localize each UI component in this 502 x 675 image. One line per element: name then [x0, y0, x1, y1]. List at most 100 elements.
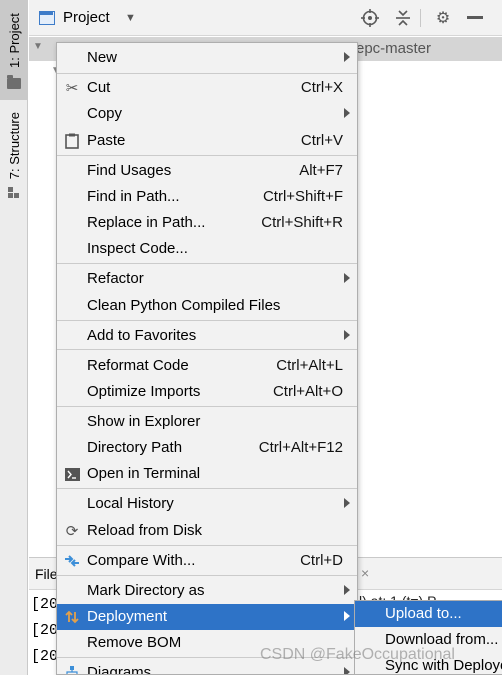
- menu-item-reload-from-disk[interactable]: ⟳ Reload from Disk: [57, 518, 357, 544]
- menu-item-label: Reformat Code: [87, 357, 189, 374]
- chevron-down-icon[interactable]: ▼: [33, 41, 43, 52]
- menu-item-optimize-imports[interactable]: Optimize Imports Ctrl+Alt+O: [57, 379, 357, 405]
- menu-item-new[interactable]: New: [57, 45, 357, 71]
- menu-item-label: Diagrams: [87, 664, 152, 675]
- tool-window-strip: 1: Project 7: Structure: [0, 0, 28, 675]
- log-line: [20: [31, 596, 59, 613]
- menu-item-open-in-terminal[interactable]: Open in Terminal: [57, 461, 357, 487]
- menu-item-cut[interactable]: ✂ Cut Ctrl+X: [57, 75, 357, 101]
- submenu-arrow-icon: [344, 611, 350, 621]
- hide-panel-icon[interactable]: [465, 8, 485, 28]
- menu-item-label: New: [87, 49, 118, 66]
- menu-item-reformat-code[interactable]: Reformat Code Ctrl+Alt+L: [57, 353, 357, 379]
- menu-item-find-usages[interactable]: Find Usages Alt+F7: [57, 158, 357, 184]
- menu-item-shortcut: Ctrl+X: [300, 79, 343, 96]
- tab-structure-label: 7: Structure: [6, 112, 22, 180]
- log-line: [20: [31, 622, 59, 639]
- diagram-icon: [63, 664, 81, 674]
- menu-item-local-history[interactable]: Local History: [57, 491, 357, 517]
- structure-icon: [8, 187, 20, 199]
- menu-item-label: Cut: [87, 79, 111, 96]
- menu-separator: [57, 349, 357, 350]
- menu-item-directory-path[interactable]: Directory Path Ctrl+Alt+F12: [57, 435, 357, 461]
- menu-item-deployment[interactable]: Deployment: [57, 604, 357, 630]
- terminal-icon: [63, 465, 81, 483]
- menu-item-shortcut: Ctrl+V: [300, 132, 343, 149]
- menu-item-clean-python[interactable]: Clean Python Compiled Files: [57, 293, 357, 319]
- menu-separator: [57, 488, 357, 489]
- locate-target-icon[interactable]: [360, 8, 380, 28]
- menu-item-label: Directory Path: [87, 439, 183, 456]
- project-view-icon: [39, 11, 55, 25]
- submenu-arrow-icon: [344, 667, 350, 674]
- menu-separator: [57, 73, 357, 74]
- compare-icon: [63, 552, 81, 570]
- menu-item-label: Refactor: [87, 270, 144, 287]
- menu-item-replace-in-path[interactable]: Replace in Path... Ctrl+Shift+R: [57, 210, 357, 236]
- submenu-arrow-icon: [344, 585, 350, 595]
- menu-item-label: Open in Terminal: [87, 465, 201, 482]
- chevron-down-icon[interactable]: ▼: [125, 12, 136, 24]
- project-view-title[interactable]: Project: [63, 9, 110, 26]
- submenu-item-upload-to[interactable]: Upload to...: [355, 601, 502, 627]
- menu-item-label: Deployment: [87, 608, 168, 625]
- menu-separator: [57, 545, 357, 546]
- menu-item-label: Show in Explorer: [87, 413, 201, 430]
- menu-item-add-to-favorites[interactable]: Add to Favorites: [57, 323, 357, 349]
- submenu-arrow-icon: [344, 52, 350, 62]
- menu-item-label: Find Usages: [87, 162, 172, 179]
- menu-separator: [57, 155, 357, 156]
- deployment-icon: [63, 608, 81, 626]
- folder-icon: [7, 75, 21, 89]
- log-line: [20: [31, 648, 59, 665]
- header-divider: [420, 9, 421, 27]
- menu-item-label: Find in Path...: [87, 188, 180, 205]
- menu-item-label: Mark Directory as: [87, 582, 205, 599]
- submenu-arrow-icon: [344, 108, 350, 118]
- menu-item-inspect-code[interactable]: Inspect Code...: [57, 236, 357, 262]
- menu-item-show-in-explorer[interactable]: Show in Explorer: [57, 409, 357, 435]
- menu-item-label: Remove BOM: [87, 634, 182, 651]
- menu-item-compare-with[interactable]: Compare With... Ctrl+D: [57, 548, 357, 574]
- menu-item-label: Paste: [87, 132, 126, 149]
- menu-item-shortcut: Ctrl+Shift+F: [262, 188, 343, 205]
- watermark: CSDN @FakeOccupational: [260, 646, 455, 663]
- menu-item-label: Compare With...: [87, 552, 196, 569]
- submenu-arrow-icon: [344, 498, 350, 508]
- project-panel-header: Project ▼ ⚙: [29, 0, 502, 36]
- menu-item-label: Local History: [87, 495, 174, 512]
- tab-project[interactable]: 1: Project: [0, 0, 28, 100]
- tab-file[interactable]: File: [35, 566, 58, 582]
- submenu-item-label: Upload to...: [385, 605, 462, 622]
- scissors-icon: ✂: [65, 80, 79, 97]
- menu-separator: [57, 263, 357, 264]
- menu-item-shortcut: Ctrl+Alt+F12: [258, 439, 343, 456]
- menu-item-shortcut: Ctrl+Alt+O: [272, 383, 343, 400]
- collapse-all-icon[interactable]: [393, 8, 413, 28]
- menu-item-mark-directory-as[interactable]: Mark Directory as: [57, 578, 357, 604]
- menu-item-label: Copy: [87, 105, 123, 122]
- menu-item-label: Add to Favorites: [87, 327, 197, 344]
- menu-item-shortcut: Ctrl+Alt+L: [276, 357, 343, 374]
- menu-item-label: Clean Python Compiled Files: [87, 297, 281, 314]
- close-icon[interactable]: ×: [361, 565, 369, 581]
- menu-item-label: Replace in Path...: [87, 214, 206, 231]
- tab-structure[interactable]: 7: Structure: [0, 112, 28, 216]
- menu-item-shortcut: Ctrl+D: [300, 552, 343, 569]
- menu-item-paste[interactable]: Paste Ctrl+V: [57, 128, 357, 154]
- tree-row-root-label: epc-master: [356, 40, 432, 57]
- clipboard-icon: [63, 132, 81, 150]
- menu-item-shortcut: Ctrl+Shift+R: [261, 214, 343, 231]
- tab-project-label: 1: Project: [6, 13, 22, 68]
- menu-item-label: Inspect Code...: [87, 240, 188, 257]
- menu-item-copy[interactable]: Copy: [57, 101, 357, 127]
- submenu-arrow-icon: [344, 273, 350, 283]
- menu-item-label: Reload from Disk: [87, 522, 203, 539]
- menu-item-refactor[interactable]: Refactor: [57, 266, 357, 292]
- menu-item-label: Optimize Imports: [87, 383, 201, 400]
- menu-separator: [57, 320, 357, 321]
- gear-icon[interactable]: ⚙: [433, 8, 453, 28]
- menu-separator: [57, 406, 357, 407]
- menu-item-shortcut: Alt+F7: [299, 162, 343, 179]
- menu-item-find-in-path[interactable]: Find in Path... Ctrl+Shift+F: [57, 184, 357, 210]
